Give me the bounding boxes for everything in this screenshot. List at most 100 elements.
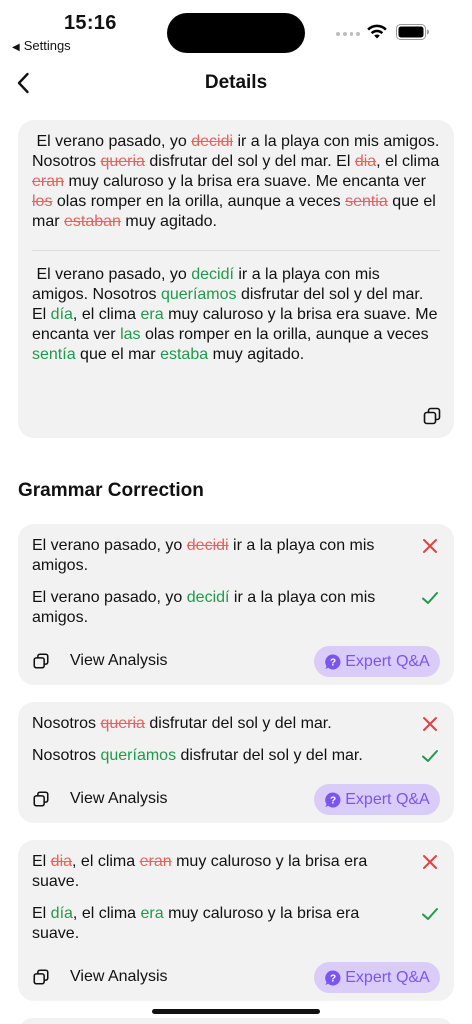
essay-comparison-card: El verano pasado, yo decidi ir a la play… bbox=[18, 120, 454, 438]
expert-qa-label: Expert Q&A bbox=[345, 790, 430, 808]
view-analysis-button[interactable]: View Analysis bbox=[70, 790, 168, 808]
text-segment: muy agitado. bbox=[208, 346, 305, 363]
incorrect-word: queria bbox=[100, 715, 145, 732]
corrected-word: estaba bbox=[160, 346, 209, 363]
text-segment: disfrutar del sol y del mar. El bbox=[144, 153, 355, 170]
grammar-section-title: Grammar Correction bbox=[18, 480, 204, 501]
text-segment: olas romper en la orilla, aunque a veces bbox=[140, 326, 434, 343]
incorrect-sentence-text: Nosotros queria disfrutar del sol y del … bbox=[32, 715, 332, 732]
page-title: Details bbox=[204, 72, 268, 93]
expert-qa-label: Expert Q&A bbox=[345, 652, 430, 670]
text-segment: El verano pasado, yo bbox=[32, 589, 187, 606]
card-footer: View Analysis ? Expert Q&A bbox=[32, 646, 440, 677]
text-segment: Nosotros bbox=[32, 747, 101, 764]
wifi-icon bbox=[367, 24, 387, 39]
view-analysis-button[interactable]: View Analysis bbox=[70, 968, 168, 986]
copy-icon[interactable] bbox=[422, 406, 442, 426]
text-segment: , el clima bbox=[376, 153, 444, 170]
grammar-correction-card: El dia, el clima eran muy caluroso y la … bbox=[18, 840, 454, 1001]
incorrect-word: queria bbox=[100, 153, 145, 170]
back-triangle-icon: ◀ bbox=[12, 42, 20, 53]
copy-icon[interactable] bbox=[32, 790, 50, 808]
card-footer: View Analysis ? Expert Q&A bbox=[32, 784, 440, 815]
expert-qa-button[interactable]: ? Expert Q&A bbox=[314, 962, 440, 993]
corrected-sentence-text: Nosotros queríamos disfrutar del sol y d… bbox=[32, 747, 363, 764]
grammar-correction-card bbox=[18, 1018, 454, 1024]
dynamic-island bbox=[167, 13, 305, 53]
text-segment: Nosotros bbox=[32, 715, 101, 732]
corrected-word: era bbox=[140, 905, 164, 922]
status-time: 15:16 bbox=[64, 12, 117, 34]
grammar-correction-card: El verano pasado, yo decidi ir a la play… bbox=[18, 524, 454, 685]
incorrect-word: eran bbox=[32, 173, 65, 190]
incorrect-word: sentia bbox=[345, 193, 388, 210]
grammar-correction-card: Nosotros queria disfrutar del sol y del … bbox=[18, 702, 454, 823]
incorrect-word: eran bbox=[139, 853, 172, 870]
corrected-text: El verano pasado, yo decidí ir a la play… bbox=[32, 265, 440, 365]
incorrect-sentence-text: El dia, el clima eran muy caluroso y la … bbox=[32, 853, 367, 890]
text-segment: El verano pasado, yo bbox=[32, 537, 187, 554]
check-icon bbox=[422, 908, 438, 920]
corrected-word: queríamos bbox=[100, 747, 177, 764]
incorrect-sentence: Nosotros queria disfrutar del sol y del … bbox=[32, 714, 440, 734]
text-segment: El bbox=[32, 853, 51, 870]
incorrect-word: dia bbox=[50, 853, 73, 870]
copy-icon[interactable] bbox=[32, 968, 50, 986]
cross-icon bbox=[423, 539, 437, 553]
expert-qa-button[interactable]: ? Expert Q&A bbox=[314, 646, 440, 677]
divider bbox=[32, 250, 440, 251]
incorrect-word: estaban bbox=[64, 213, 121, 230]
corrected-sentence-text: El verano pasado, yo decidí ir a la play… bbox=[32, 589, 375, 626]
incorrect-sentence: El dia, el clima eran muy caluroso y la … bbox=[32, 852, 440, 892]
corrected-word: queríamos bbox=[160, 286, 237, 303]
text-segment: disfrutar del sol y del mar. bbox=[176, 747, 363, 764]
text-segment: que el mar bbox=[75, 346, 161, 363]
corrected-word: era bbox=[140, 306, 164, 323]
incorrect-word: los bbox=[32, 193, 53, 210]
corrected-word: decidí bbox=[191, 266, 234, 283]
expert-qa-label: Expert Q&A bbox=[345, 968, 430, 986]
copy-icon[interactable] bbox=[32, 652, 50, 670]
svg-text:?: ? bbox=[330, 657, 336, 668]
question-bubble-icon: ? bbox=[325, 791, 341, 807]
home-indicator bbox=[152, 1009, 320, 1014]
original-text: El verano pasado, yo decidi ir a la play… bbox=[32, 132, 440, 232]
corrected-word: día bbox=[50, 905, 73, 922]
incorrect-sentence-text: El verano pasado, yo decidi ir a la play… bbox=[32, 537, 374, 574]
status-bar: 15:16 ◀ Settings bbox=[0, 0, 472, 58]
text-segment: , el clima bbox=[72, 853, 140, 870]
incorrect-sentence: El verano pasado, yo decidi ir a la play… bbox=[32, 536, 440, 576]
corrected-word: decidí bbox=[186, 589, 230, 606]
corrected-word: sentía bbox=[32, 346, 76, 363]
text-segment: muy caluroso y la brisa era suave. Me en… bbox=[64, 173, 431, 190]
back-to-settings-link[interactable]: ◀ Settings bbox=[12, 38, 71, 53]
corrected-sentence: El día, el clima era muy caluroso y la b… bbox=[32, 904, 440, 944]
check-icon bbox=[422, 750, 438, 762]
corrected-sentence-text: El día, el clima era muy caluroso y la b… bbox=[32, 905, 359, 942]
corrected-word: día bbox=[50, 306, 73, 323]
cross-icon bbox=[423, 855, 437, 869]
text-segment: , el clima bbox=[72, 905, 141, 922]
text-segment: olas romper en la orilla, aunque a veces bbox=[52, 193, 346, 210]
text-segment: , el clima bbox=[72, 306, 141, 323]
incorrect-word: decidi bbox=[186, 537, 229, 554]
text-segment: El bbox=[32, 905, 51, 922]
back-app-label: Settings bbox=[23, 38, 71, 53]
battery-icon bbox=[396, 24, 429, 40]
text-segment: disfrutar del sol y del mar. bbox=[144, 715, 332, 732]
view-analysis-button[interactable]: View Analysis bbox=[70, 652, 168, 670]
text-segment: El verano pasado, yo bbox=[32, 133, 192, 150]
corrected-sentence: El verano pasado, yo decidí ir a la play… bbox=[32, 588, 440, 628]
text-segment: muy agitado. bbox=[120, 213, 217, 230]
expert-qa-button[interactable]: ? Expert Q&A bbox=[314, 784, 440, 815]
incorrect-word: decidi bbox=[191, 133, 234, 150]
corrected-sentence: Nosotros queríamos disfrutar del sol y d… bbox=[32, 746, 440, 766]
svg-text:?: ? bbox=[330, 973, 336, 984]
corrected-word: las bbox=[120, 326, 141, 343]
svg-text:?: ? bbox=[330, 795, 336, 806]
cross-icon bbox=[423, 717, 437, 731]
incorrect-word: dia bbox=[354, 153, 377, 170]
check-icon bbox=[422, 592, 438, 604]
text-segment: El verano pasado, yo bbox=[32, 266, 192, 283]
question-bubble-icon: ? bbox=[325, 653, 341, 669]
